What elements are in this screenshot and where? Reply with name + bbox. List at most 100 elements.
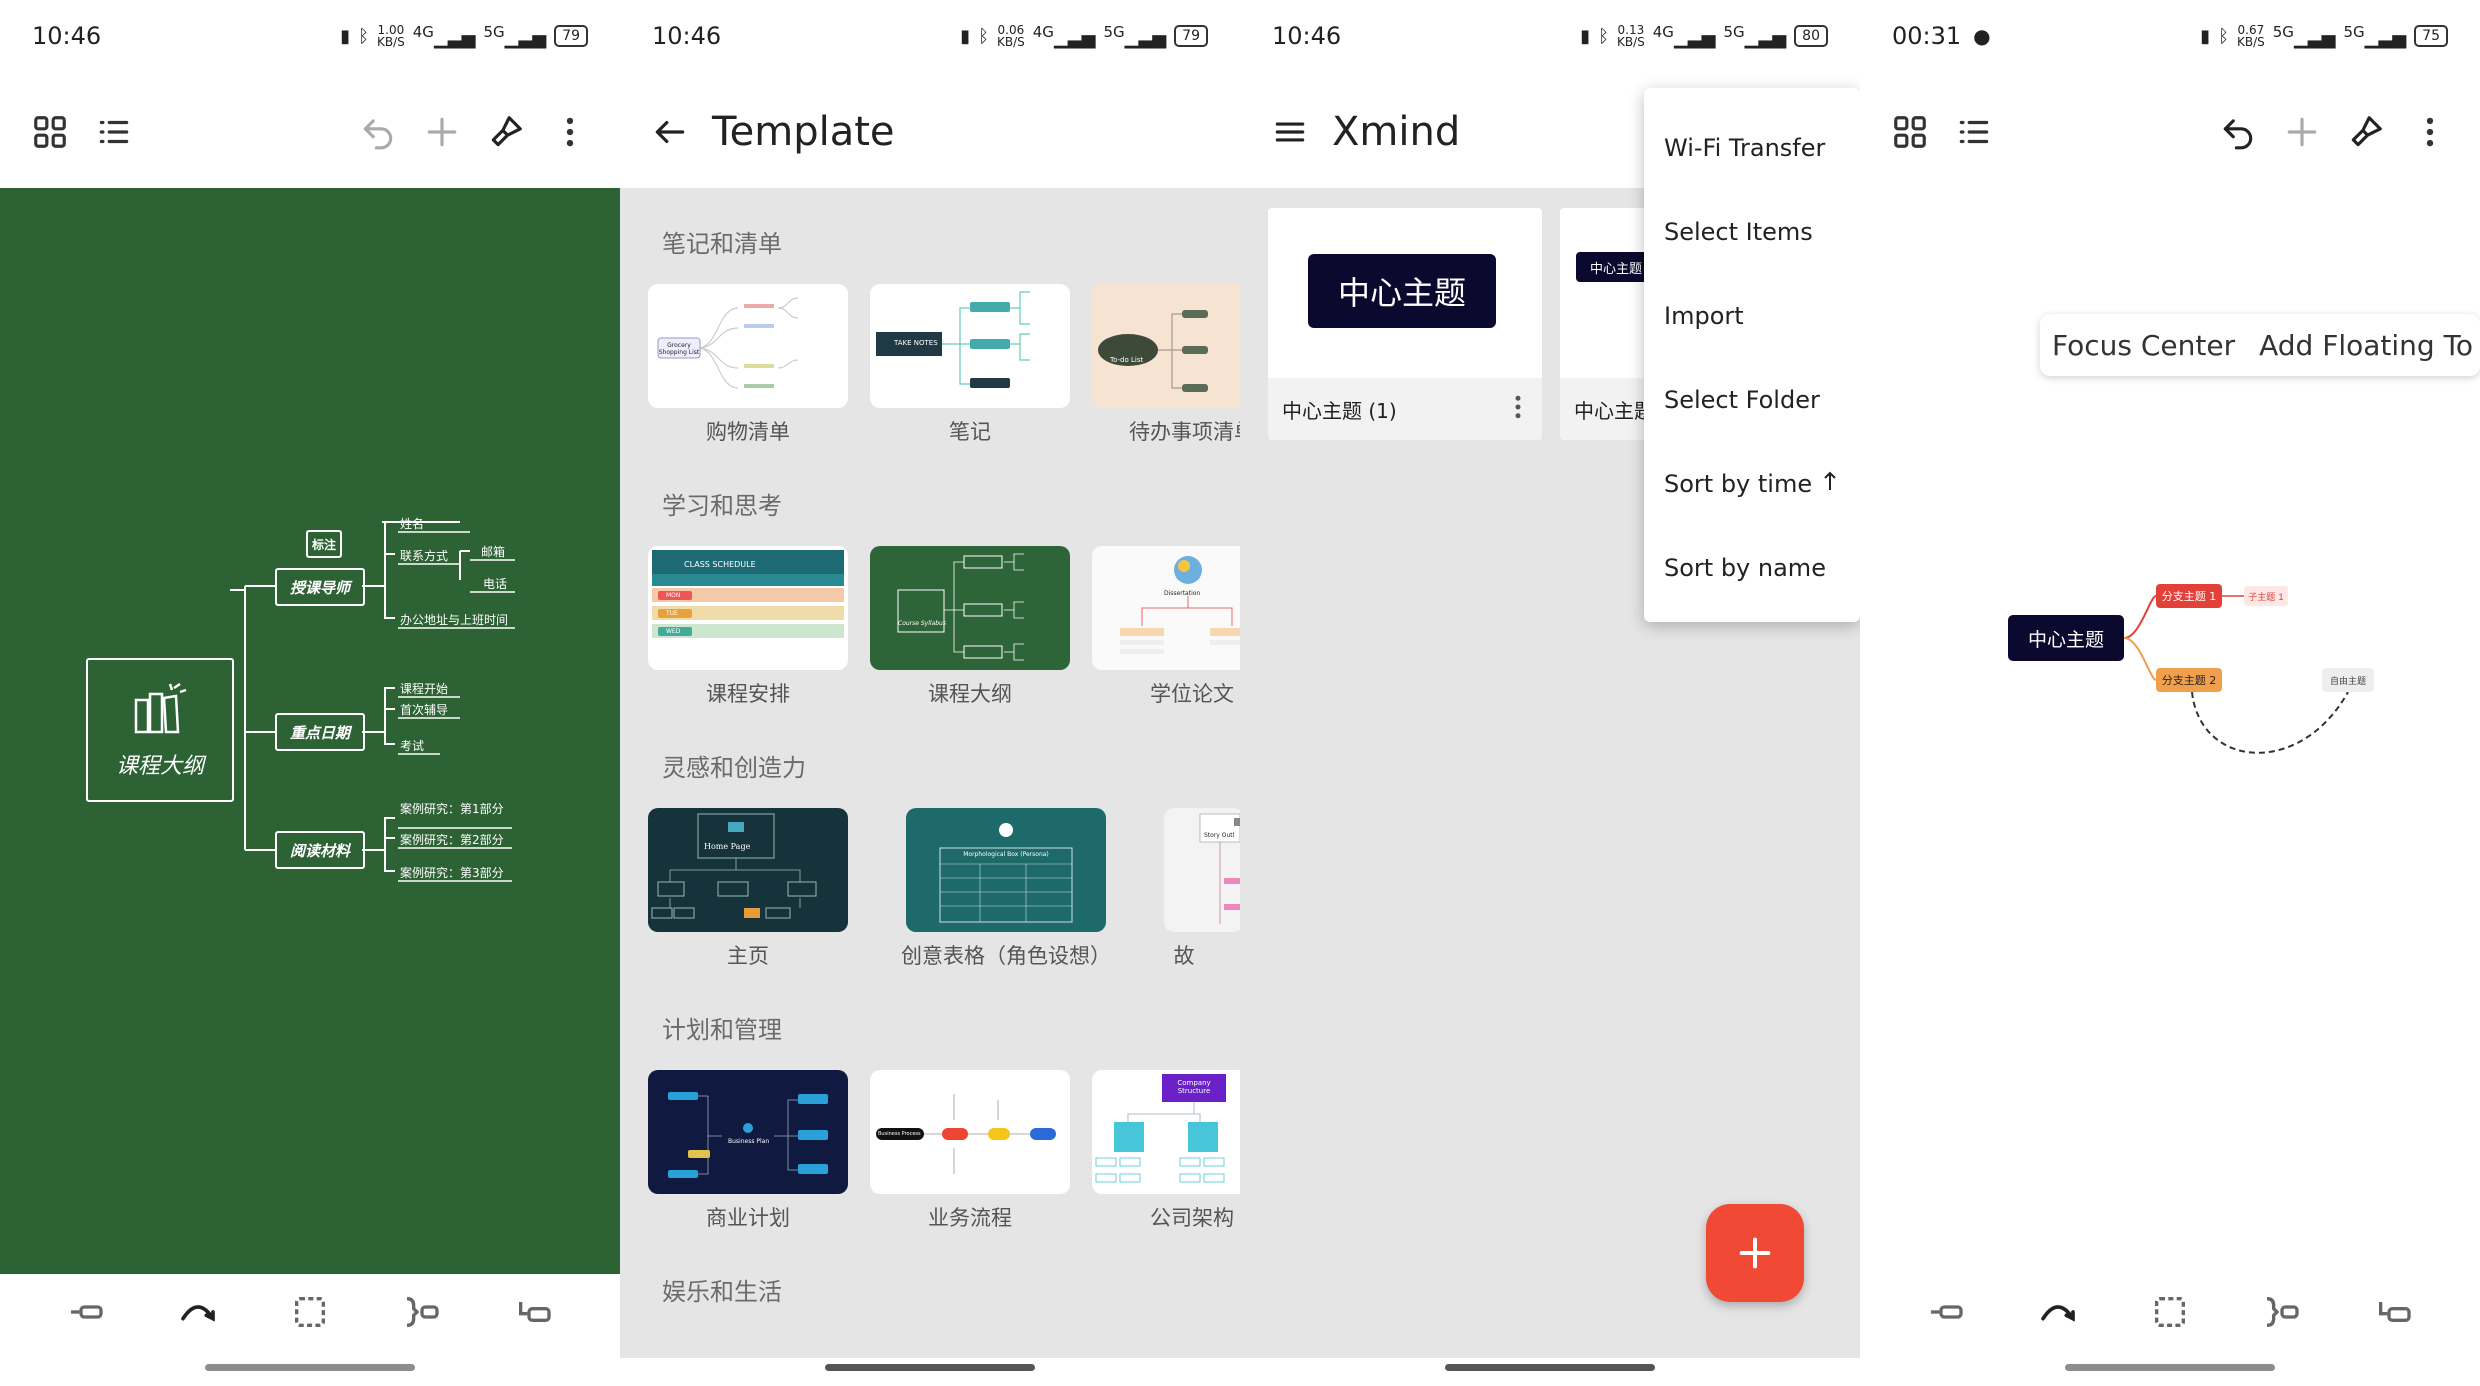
- boundary-icon[interactable]: [278, 1280, 342, 1344]
- central-topic[interactable]: 中心主题: [2008, 615, 2124, 661]
- more-vert-icon[interactable]: [2398, 100, 2462, 164]
- subtopic-first-tutoring[interactable]: 首次辅导: [400, 701, 448, 718]
- template-business-process[interactable]: Business Process: [870, 1070, 1070, 1194]
- template-morph-box[interactable]: Morphological Box (Persona): [906, 808, 1106, 932]
- arrow-up-icon: [1822, 470, 1838, 498]
- menu-select-items[interactable]: Select Items: [1644, 190, 1860, 274]
- note-label: 标注: [306, 530, 342, 558]
- editor-toolbar: [0, 92, 620, 172]
- subtopic-1[interactable]: 子主题 1: [2244, 586, 2288, 606]
- home-indicator[interactable]: [2065, 1364, 2275, 1371]
- branch-key-dates[interactable]: 重点日期: [275, 713, 365, 751]
- add-topic-icon[interactable]: [410, 100, 474, 164]
- template-label: 商业计划: [706, 1206, 790, 1230]
- net-speed: 0.06 KB/S: [997, 23, 1025, 49]
- home-indicator[interactable]: [205, 1364, 415, 1371]
- relationship-icon[interactable]: [2026, 1280, 2090, 1344]
- template-notes[interactable]: TAKE NOTES: [870, 284, 1070, 408]
- template-dissertation[interactable]: Dissertation: [1092, 546, 1240, 670]
- template-label: 创意表格（角色设想）: [901, 944, 1111, 968]
- boundary-icon[interactable]: [2138, 1280, 2202, 1344]
- subtopic-contact[interactable]: 联系方式: [400, 547, 448, 564]
- insert-sibling-icon[interactable]: [54, 1280, 118, 1344]
- undo-icon[interactable]: [2206, 100, 2270, 164]
- home-indicator[interactable]: [1445, 1364, 1655, 1371]
- subtopic-phone[interactable]: 电话: [483, 575, 507, 592]
- outline-list-icon[interactable]: [82, 100, 146, 164]
- branch-topic-2[interactable]: 分支主题 2: [2156, 668, 2222, 692]
- section-title-planning: 计划和管理: [662, 1016, 782, 1044]
- subtopic-course-start[interactable]: 课程开始: [400, 680, 448, 697]
- template-syllabus[interactable]: Course Syllabus: [870, 546, 1070, 670]
- undo-icon[interactable]: [346, 100, 410, 164]
- battery-icon: 79: [554, 25, 588, 47]
- thumb-text: Grocery Shopping List: [658, 342, 700, 356]
- subtopic-case1[interactable]: 案例研究：第1部分: [400, 800, 504, 817]
- menu-sort-by-name[interactable]: Sort by name: [1644, 526, 1860, 610]
- template-label: 课程安排: [706, 682, 790, 706]
- subtopic-office[interactable]: 办公地址与上班时间: [400, 611, 508, 628]
- relationship-icon[interactable]: [166, 1280, 230, 1344]
- template-story-outline[interactable]: Story Outl: [1164, 808, 1240, 932]
- branch-topic-1[interactable]: 分支主题 1: [2156, 584, 2222, 608]
- summary-icon[interactable]: [390, 1280, 454, 1344]
- format-brush-icon[interactable]: [474, 100, 538, 164]
- callout-icon[interactable]: [2362, 1280, 2426, 1344]
- template-todo[interactable]: To-do List: [1092, 284, 1240, 408]
- page-title: Template: [712, 109, 895, 155]
- context-action-bar: Focus Center Add Floating To: [2040, 314, 2480, 376]
- mindmap-canvas[interactable]: 课程大纲 标注 授课导师 重点日期 阅读材料 姓名 联系方式 邮箱 电话 办公地…: [0, 188, 620, 1274]
- file-card[interactable]: 中心主题 中心主题 (1): [1268, 208, 1542, 440]
- bluetooth-icon: ᛒ: [358, 25, 369, 47]
- template-header: Template: [620, 92, 1240, 172]
- add-topic-icon[interactable]: [2270, 100, 2334, 164]
- template-class-schedule[interactable]: CLASS SCHEDULE MON TUE WED: [648, 546, 848, 670]
- back-arrow-icon[interactable]: [638, 100, 702, 164]
- insert-sibling-icon[interactable]: [1914, 1280, 1978, 1344]
- thumb-text: CLASS SCHEDULE: [684, 560, 756, 569]
- floating-topic[interactable]: 自由主题: [2322, 668, 2374, 692]
- format-brush-icon[interactable]: [2334, 100, 2398, 164]
- grid-icon[interactable]: [18, 100, 82, 164]
- subtopic-email[interactable]: 邮箱: [481, 543, 505, 560]
- net-type-2: 5G: [1723, 23, 1745, 41]
- home-indicator[interactable]: [825, 1364, 1035, 1371]
- focus-center-button[interactable]: Focus Center: [2040, 314, 2247, 376]
- branch-reading[interactable]: 阅读材料: [275, 831, 365, 869]
- vibrate-icon: ▮: [960, 25, 971, 47]
- hamburger-menu-icon[interactable]: [1258, 100, 1322, 164]
- summary-icon[interactable]: [2250, 1280, 2314, 1344]
- menu-wifi-transfer[interactable]: Wi-Fi Transfer: [1644, 106, 1860, 190]
- vibrate-icon: ▮: [340, 25, 351, 47]
- thumb-text: WED: [666, 628, 681, 635]
- add-floating-topic-button[interactable]: Add Floating To: [2247, 314, 2480, 376]
- template-list[interactable]: 笔记和清单 Grocery Shopping List 购物清单 TAKE NO…: [620, 188, 1240, 1358]
- signal-icon-2: 5G▁▃▅: [2343, 23, 2407, 49]
- subtopic-case2[interactable]: 案例研究：第2部分: [400, 831, 504, 848]
- branch-instructor[interactable]: 授课导师: [275, 568, 365, 606]
- grid-icon[interactable]: [1878, 100, 1942, 164]
- callout-icon[interactable]: [502, 1280, 566, 1344]
- template-shopping-list[interactable]: Grocery Shopping List: [648, 284, 848, 408]
- create-file-button[interactable]: [1706, 1204, 1804, 1302]
- central-topic[interactable]: 课程大纲: [86, 658, 234, 802]
- menu-import[interactable]: Import: [1644, 274, 1860, 358]
- signal-icon-2: 5G▁▃▅: [1723, 23, 1787, 49]
- template-business-plan[interactable]: Business Plan: [648, 1070, 848, 1194]
- status-icons: ▮ ᛒ 0.06 KB/S 4G▁▃▅ 5G▁▃▅ 79: [960, 23, 1208, 49]
- more-vert-icon[interactable]: [1508, 392, 1528, 427]
- thumb-text: To-do List: [1110, 356, 1144, 364]
- template-company-structure[interactable]: Company Structure: [1092, 1070, 1240, 1194]
- menu-sort-by-time[interactable]: Sort by time: [1644, 442, 1860, 526]
- more-vert-icon[interactable]: [538, 100, 602, 164]
- template-homepage[interactable]: Home Page: [648, 808, 848, 932]
- file-name: 中心主题 (1): [1282, 398, 1397, 423]
- template-label: 公司架构: [1150, 1206, 1234, 1230]
- subtopic-exam[interactable]: 考试: [400, 737, 424, 754]
- menu-sort-by-time-label: Sort by time: [1664, 470, 1813, 498]
- subtopic-case3[interactable]: 案例研究：第3部分: [400, 864, 504, 881]
- outline-list-icon[interactable]: [1942, 100, 2006, 164]
- subtopic-name[interactable]: 姓名: [400, 515, 424, 532]
- menu-select-folder[interactable]: Select Folder: [1644, 358, 1860, 442]
- status-time: 10:46: [652, 22, 722, 50]
